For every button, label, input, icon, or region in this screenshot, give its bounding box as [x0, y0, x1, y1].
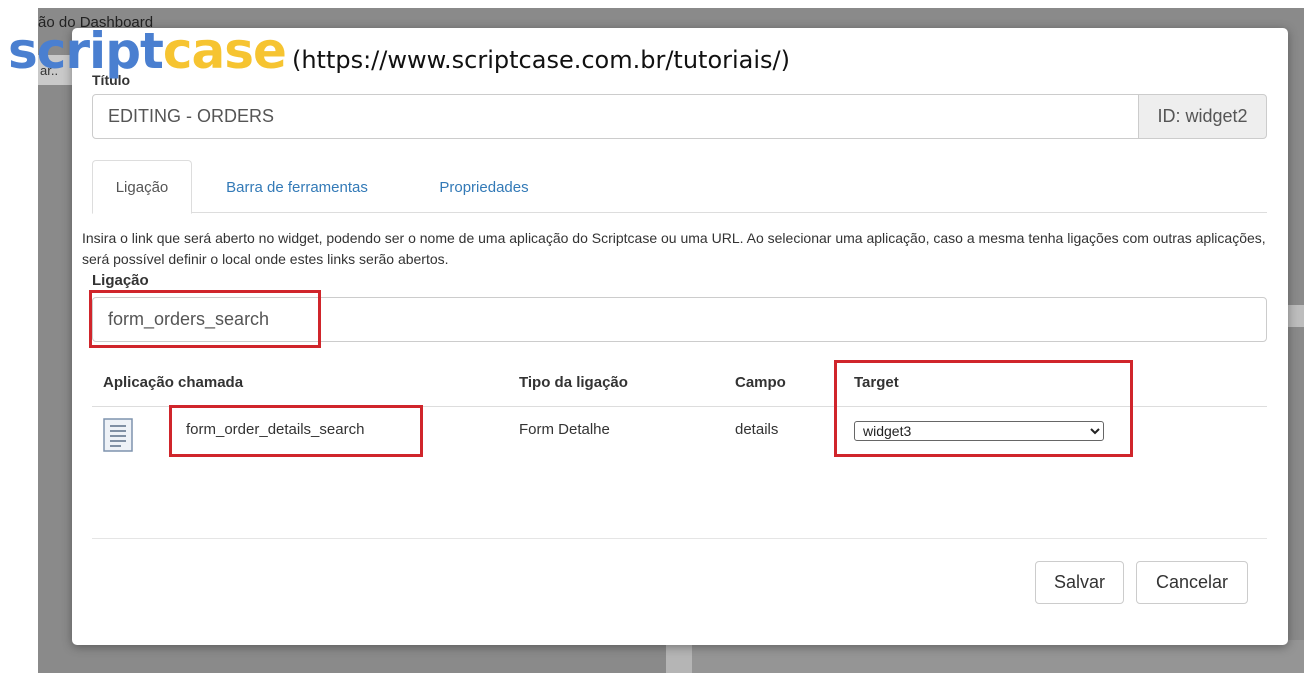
table-header-divider	[92, 406, 1267, 407]
column-header-link-type: Tipo da ligação	[519, 374, 628, 391]
called-app-name: form_order_details_search	[186, 421, 365, 438]
tab-ligacao[interactable]: Ligação	[92, 160, 192, 214]
dashboard-panel-edge	[1288, 305, 1304, 327]
title-input[interactable]	[92, 94, 1139, 139]
watermark-brand-case: case	[162, 22, 287, 80]
tab-propriedades[interactable]: Propriedades	[404, 160, 564, 214]
column-header-app: Aplicação chamada	[103, 374, 244, 391]
link-type-value: Form Detalhe	[519, 421, 610, 438]
column-header-target: Target	[854, 374, 899, 391]
link-description: Insira o link que será aberto no widget,…	[82, 230, 1266, 267]
field-value: details	[735, 421, 779, 438]
link-label: Ligação	[92, 272, 149, 289]
tab-bar: Ligação Barra de ferramentas Propriedade…	[92, 158, 1267, 214]
document-icon	[103, 418, 133, 452]
target-select[interactable]: widget3	[854, 421, 1104, 441]
cancel-button[interactable]: Cancelar	[1136, 561, 1248, 604]
widget-settings-modal: Título ID: widget2 Ligação Barra de ferr…	[72, 28, 1288, 645]
tab-barra-de-ferramentas[interactable]: Barra de ferramentas	[204, 160, 390, 214]
link-input[interactable]	[92, 297, 1267, 342]
scriptcase-watermark: script case (https://www.scriptcase.com.…	[8, 26, 790, 76]
widget-id-addon: ID: widget2	[1138, 94, 1267, 139]
watermark-url: (https://www.scriptcase.com.br/tutoriais…	[291, 46, 790, 74]
column-header-field: Campo	[735, 374, 786, 391]
save-button[interactable]: Salvar	[1035, 561, 1124, 604]
footer-divider	[92, 538, 1267, 539]
watermark-brand-script: script	[8, 22, 164, 80]
